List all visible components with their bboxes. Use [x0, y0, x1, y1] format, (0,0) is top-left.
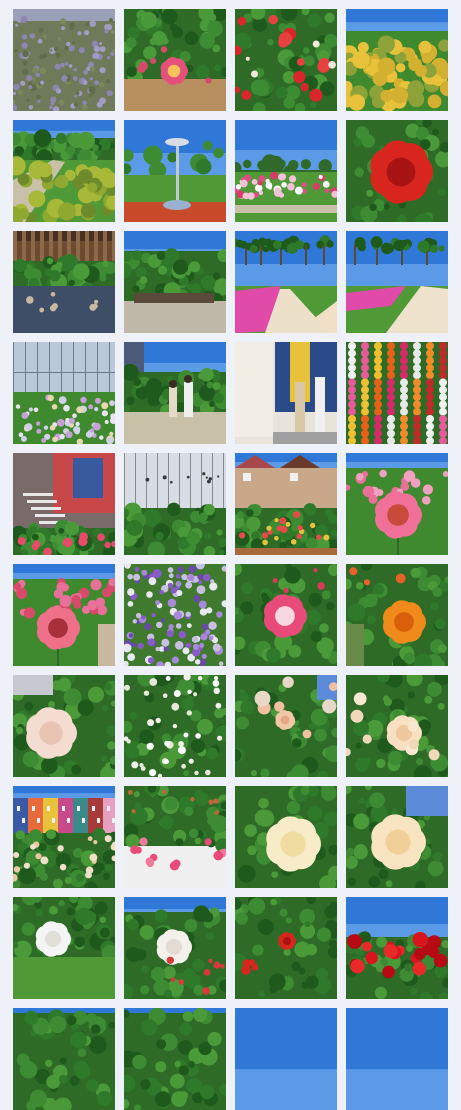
- photo-thumbnail-white-rose[interactable]: [13, 675, 115, 777]
- photo-image: [124, 675, 226, 777]
- photo-thumbnail-fountain[interactable]: [124, 120, 226, 222]
- photo-thumbnail-green-arch[interactable]: [124, 231, 226, 333]
- photo-image: [346, 231, 448, 333]
- photo-image: [124, 120, 226, 222]
- photo-image: [13, 675, 115, 777]
- photo-image: [124, 231, 226, 333]
- photo-thumbnail-pink-frangipani[interactable]: [124, 9, 226, 111]
- photo-thumbnail-red-roses-sky[interactable]: [346, 897, 448, 999]
- photo-thumbnail-cream-rose-2[interactable]: [346, 786, 448, 888]
- photo-thumbnail-flower-wall[interactable]: [346, 342, 448, 444]
- photo-image: [124, 564, 226, 666]
- photo-thumbnail-flower-beds[interactable]: [235, 120, 337, 222]
- photo-thumbnail-colorful-buildings[interactable]: [13, 786, 115, 888]
- photo-image: [235, 231, 337, 333]
- photo-thumbnail-houses-garden[interactable]: [235, 453, 337, 555]
- photo-thumbnail-red-rose-bush[interactable]: [235, 897, 337, 999]
- photo-thumbnail-palm-path-pink[interactable]: [235, 231, 337, 333]
- photo-thumbnail-pink-gerbera[interactable]: [346, 453, 448, 555]
- photo-thumbnail-pink-rose[interactable]: [235, 564, 337, 666]
- photo-image: [13, 120, 115, 222]
- photo-thumbnail-greenhouse-plants[interactable]: [124, 453, 226, 555]
- photo-thumbnail-yellow-hedge[interactable]: [346, 9, 448, 111]
- photo-image: [346, 342, 448, 444]
- photo-thumbnail-palm-path-pink-2[interactable]: [346, 231, 448, 333]
- photo-image: [235, 897, 337, 999]
- photo-thumbnail-white-rose-sky[interactable]: [124, 897, 226, 999]
- photo-image: [13, 342, 115, 444]
- photo-grid: [13, 0, 448, 1110]
- photo-image: [346, 453, 448, 555]
- photo-thumbnail-peach-roses[interactable]: [235, 675, 337, 777]
- photo-image: [124, 453, 226, 555]
- photo-image: [235, 9, 337, 111]
- photo-thumbnail-gerbera-field[interactable]: [13, 564, 115, 666]
- photo-thumbnail-greenhouse[interactable]: [13, 342, 115, 444]
- photo-image: [346, 897, 448, 999]
- photo-thumbnail-cream-rose[interactable]: [235, 786, 337, 888]
- photo-image: [235, 1008, 337, 1110]
- photo-image: [235, 453, 337, 555]
- photo-image: [346, 1008, 448, 1110]
- photo-image: [235, 786, 337, 888]
- photo-thumbnail-sky-2[interactable]: [346, 1008, 448, 1110]
- photo-thumbnail-red-flower-bush[interactable]: [235, 9, 337, 111]
- photo-thumbnail-couple-mural[interactable]: [235, 342, 337, 444]
- photo-thumbnail-pergola-deck[interactable]: [13, 231, 115, 333]
- photo-image: [13, 1008, 115, 1110]
- photo-image: [13, 9, 115, 111]
- photo-image: [346, 9, 448, 111]
- photo-image: [235, 675, 337, 777]
- photo-thumbnail-trees[interactable]: [13, 1008, 115, 1110]
- photo-thumbnail-stairs-mural[interactable]: [13, 453, 115, 555]
- photo-image: [235, 342, 337, 444]
- photo-image: [13, 453, 115, 555]
- photo-thumbnail-cream-roses[interactable]: [346, 675, 448, 777]
- photo-thumbnail-orange-rose[interactable]: [346, 564, 448, 666]
- photo-thumbnail-lavender-field[interactable]: [13, 9, 115, 111]
- photo-image: [346, 675, 448, 777]
- photo-image: [235, 564, 337, 666]
- photo-image: [346, 564, 448, 666]
- photo-image: [13, 231, 115, 333]
- photo-image: [124, 1008, 226, 1110]
- photo-thumbnail-white-flower-bush[interactable]: [124, 675, 226, 777]
- photo-image: [13, 897, 115, 999]
- photo-thumbnail-pink-buds[interactable]: [124, 786, 226, 888]
- photo-image: [124, 786, 226, 888]
- photo-image: [124, 897, 226, 999]
- photo-thumbnail-lawn-hedge[interactable]: [13, 120, 115, 222]
- photo-image: [346, 786, 448, 888]
- photo-thumbnail-white-rose-lawn[interactable]: [13, 897, 115, 999]
- photo-image: [13, 564, 115, 666]
- photo-image: [124, 342, 226, 444]
- photo-thumbnail-couple-walkway[interactable]: [124, 342, 226, 444]
- photo-thumbnail-purple-statice[interactable]: [124, 564, 226, 666]
- photo-thumbnail-sky[interactable]: [235, 1008, 337, 1110]
- photo-image: [13, 786, 115, 888]
- photo-thumbnail-red-rose[interactable]: [346, 120, 448, 222]
- photo-image: [124, 9, 226, 111]
- photo-image: [235, 120, 337, 222]
- photo-image: [346, 120, 448, 222]
- photo-thumbnail-trees-2[interactable]: [124, 1008, 226, 1110]
